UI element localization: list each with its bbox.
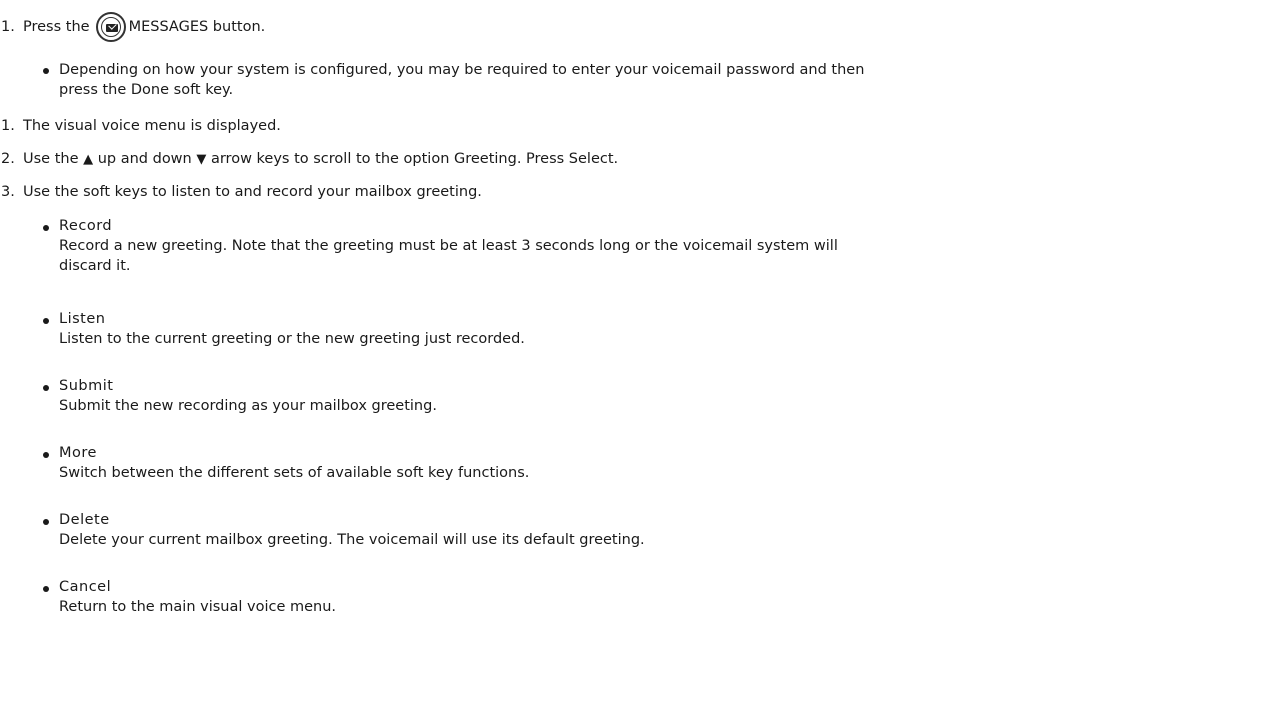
softkey-description: Delete your current mailbox greeting. Th… xyxy=(59,532,645,548)
softkey-name: Record xyxy=(59,218,113,234)
step-text: Use the xyxy=(23,151,79,167)
softkey-record: Record Record a new greeting. Note that … xyxy=(59,216,1249,276)
softkey-delete: Delete Delete your current mailbox greet… xyxy=(59,510,1249,550)
softkey-name: Listen xyxy=(59,311,106,327)
step-number: 3. xyxy=(1,184,15,200)
step-number: 1. xyxy=(1,118,15,134)
step-number: 2. xyxy=(1,151,15,167)
softkey-description: discard it. xyxy=(59,258,131,274)
softkey-submit: Submit Submit the new recording as your … xyxy=(59,376,1249,416)
step-1: 1. Press the MESSAGES button. xyxy=(1,9,265,45)
softkey-more: More Switch between the different sets o… xyxy=(59,443,1249,483)
softkey-description: Return to the main visual voice menu. xyxy=(59,599,337,615)
down-arrow-icon: ▼ xyxy=(196,151,207,167)
softkey-name: Cancel xyxy=(59,579,112,595)
bullet-item: Depending on how your system is configur… xyxy=(59,60,1249,100)
softkey-description: Switch between the different sets of ava… xyxy=(59,465,530,481)
softkey-description: Listen to the current greeting or the ne… xyxy=(59,331,525,347)
softkey-name: Submit xyxy=(59,378,114,394)
step-text: Press the xyxy=(23,19,90,35)
envelope-icon xyxy=(105,24,118,32)
softkey-cancel: Cancel Return to the main visual voice m… xyxy=(59,577,1249,617)
messages-button-icon xyxy=(95,12,126,42)
step-3: 2. Use the ▲ up and down ▼ arrow keys to… xyxy=(1,149,618,169)
softkey-name: More xyxy=(59,445,97,461)
step-text: arrow keys to scroll to the option Greet… xyxy=(210,151,619,167)
bullet-icon xyxy=(43,318,49,324)
up-arrow-icon: ▲ xyxy=(83,151,94,167)
step-text: up and down xyxy=(97,151,192,167)
softkey-description: Submit the new recording as your mailbox… xyxy=(59,398,437,414)
step-text: MESSAGES button. xyxy=(128,19,266,35)
step-4: 3. Use the soft keys to listen to and re… xyxy=(1,182,482,202)
softkey-description: Record a new greeting. Note that the gre… xyxy=(59,238,838,254)
softkey-listen: Listen Listen to the current greeting or… xyxy=(59,309,1249,349)
bullet-text: Depending on how your system is configur… xyxy=(59,62,865,78)
bullet-icon xyxy=(43,68,49,74)
bullet-icon xyxy=(43,519,49,525)
bullet-icon xyxy=(43,586,49,592)
softkey-name: Delete xyxy=(59,512,110,528)
step-text: The visual voice menu is displayed. xyxy=(23,118,281,134)
bullet-icon xyxy=(43,452,49,458)
bullet-text: press the Done soft key. xyxy=(59,82,234,98)
step-2: 1. The visual voice menu is displayed. xyxy=(1,116,281,136)
step-number: 1. xyxy=(1,19,15,35)
bullet-icon xyxy=(43,385,49,391)
bullet-icon xyxy=(43,225,49,231)
step-text: Use the soft keys to listen to and recor… xyxy=(23,184,482,200)
